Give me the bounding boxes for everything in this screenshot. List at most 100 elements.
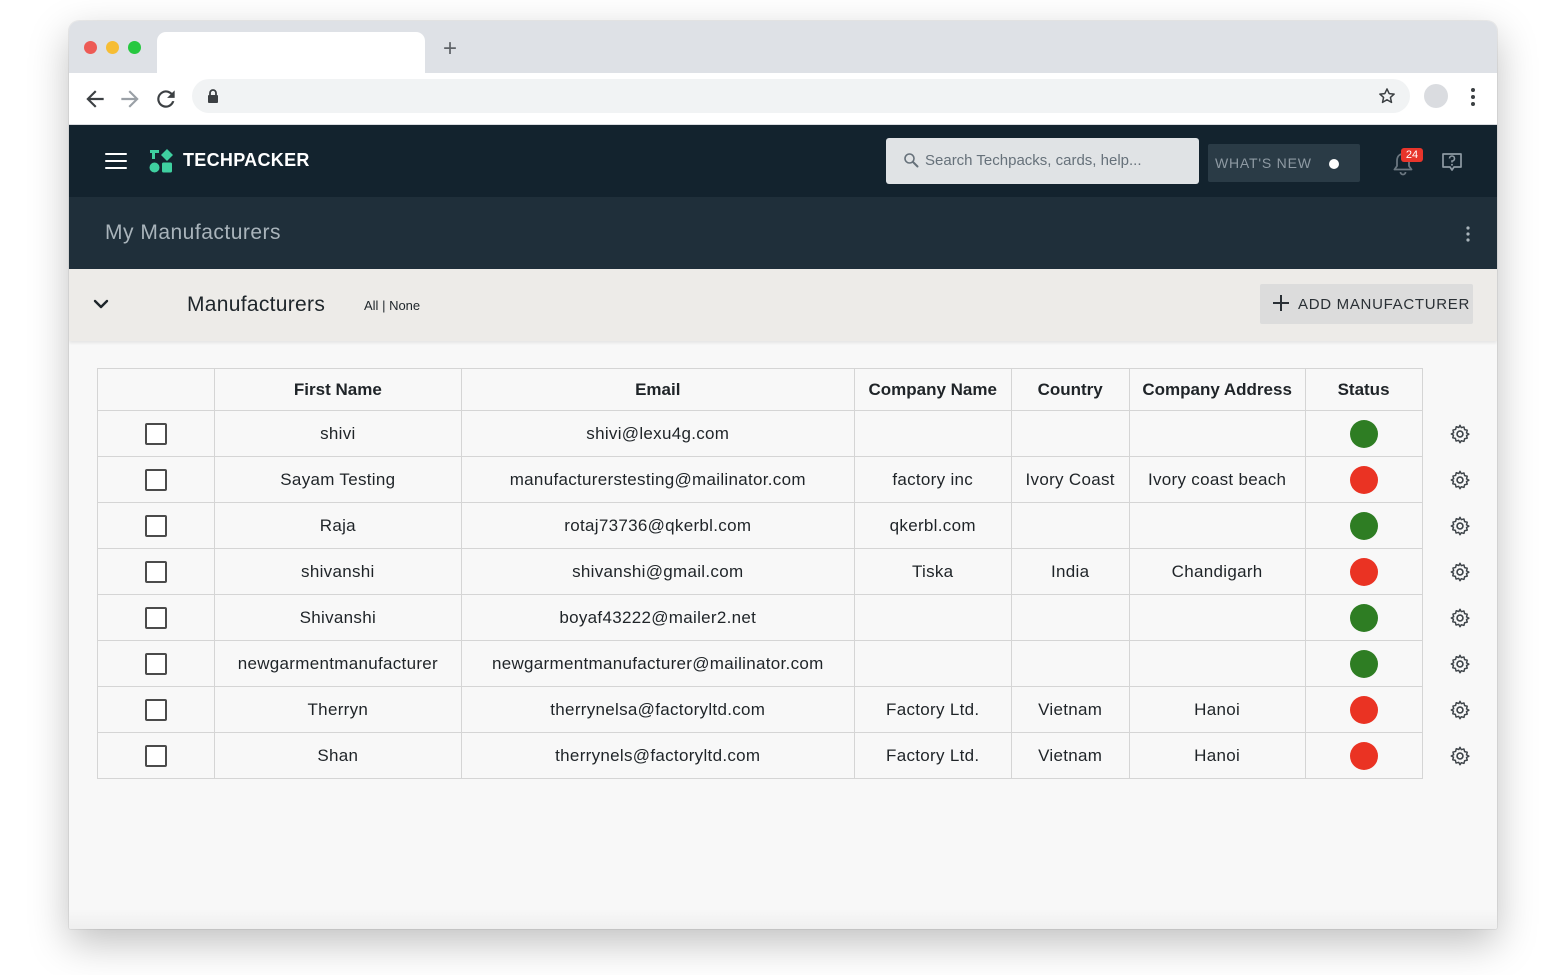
actions-cell bbox=[1421, 456, 1497, 503]
row-checkbox[interactable] bbox=[144, 560, 167, 583]
browser-tab[interactable] bbox=[157, 32, 425, 73]
status-cell bbox=[1304, 548, 1423, 595]
table-row: shivi shivi@lexu4g.com bbox=[97, 410, 1497, 457]
row-select-cell bbox=[97, 732, 215, 779]
status-indicator-inactive bbox=[1349, 741, 1378, 770]
gear-icon[interactable] bbox=[1449, 745, 1471, 767]
search-placeholder: Search Techpacks, cards, help... bbox=[925, 152, 1142, 169]
add-manufacturer-label: ADD MANUFACTURER bbox=[1298, 296, 1471, 313]
new-tab-button[interactable]: + bbox=[439, 37, 461, 61]
column-header-company-name[interactable]: Company Name bbox=[853, 368, 1012, 411]
row-checkbox[interactable] bbox=[144, 698, 167, 721]
browser-menu-icon[interactable] bbox=[1465, 85, 1481, 109]
forward-arrow-icon[interactable] bbox=[117, 86, 143, 112]
status-indicator-active bbox=[1349, 419, 1378, 448]
column-header-status[interactable]: Status bbox=[1304, 368, 1423, 411]
profile-avatar[interactable] bbox=[1424, 84, 1448, 108]
company-address-cell: Hanoi bbox=[1128, 686, 1306, 733]
app-header: TECHPACKER Search Techpacks, cards, help… bbox=[69, 125, 1497, 197]
country-cell: Vietnam bbox=[1010, 732, 1130, 779]
section-title: Manufacturers bbox=[187, 293, 326, 316]
company-name-cell: Factory Ltd. bbox=[853, 732, 1012, 779]
hamburger-icon[interactable] bbox=[105, 153, 127, 169]
lock-icon bbox=[208, 89, 218, 103]
window-minimize-button[interactable] bbox=[106, 41, 119, 54]
status-indicator-inactive bbox=[1349, 695, 1378, 724]
email-cell: therrynelsa@factoryltd.com bbox=[460, 686, 855, 733]
first-name-cell: Therryn bbox=[213, 686, 462, 733]
table-row: Shivanshi boyaf43222@mailer2.net bbox=[97, 594, 1497, 641]
manufacturers-table-wrap: First Name Email Company Name Country Co… bbox=[97, 368, 1497, 779]
add-manufacturer-button[interactable]: ADD MANUFACTURER bbox=[1260, 284, 1473, 324]
country-cell: India bbox=[1010, 548, 1130, 595]
manufacturers-section-bar: Manufacturers All | None ADD MANUFACTURE… bbox=[69, 269, 1497, 341]
vertical-dots-icon[interactable] bbox=[1463, 225, 1473, 243]
gear-icon[interactable] bbox=[1449, 561, 1471, 583]
email-cell: shivi@lexu4g.com bbox=[460, 410, 855, 457]
whats-new-label: WHAT'S NEW bbox=[1215, 155, 1312, 171]
table-body: shivi shivi@lexu4g.com Sayam Testing manufa… bbox=[97, 410, 1497, 779]
gear-icon[interactable] bbox=[1449, 607, 1471, 629]
logo-text[interactable]: TECHPACKER bbox=[183, 150, 310, 171]
manufacturers-table: First Name Email Company Name Country Co… bbox=[97, 368, 1497, 779]
help-chat-icon[interactable] bbox=[1441, 152, 1463, 174]
status-indicator-active bbox=[1349, 649, 1378, 678]
company-name-cell: Factory Ltd. bbox=[853, 686, 1012, 733]
first-name-cell: Sayam Testing bbox=[213, 456, 462, 503]
email-cell: manufacturerstesting@mailinator.com bbox=[460, 456, 855, 503]
column-header-select bbox=[97, 368, 215, 411]
whats-new-dot-icon bbox=[1329, 159, 1339, 169]
row-select-cell bbox=[97, 410, 215, 457]
column-header-actions bbox=[1421, 368, 1497, 411]
first-name-cell: Shivanshi bbox=[213, 594, 462, 641]
actions-cell bbox=[1421, 732, 1497, 779]
actions-cell bbox=[1421, 410, 1497, 457]
gear-icon[interactable] bbox=[1449, 515, 1471, 537]
back-arrow-icon[interactable] bbox=[82, 86, 108, 112]
column-header-email[interactable]: Email bbox=[460, 368, 855, 411]
row-checkbox[interactable] bbox=[144, 744, 167, 767]
browser-window: + TECHPACKER Search Techpacks, cards, he… bbox=[69, 21, 1497, 929]
actions-cell bbox=[1421, 502, 1497, 549]
email-cell: rotaj73736@qkerbl.com bbox=[460, 502, 855, 549]
company-name-cell bbox=[853, 640, 1012, 687]
gear-icon[interactable] bbox=[1449, 653, 1471, 675]
reload-icon[interactable] bbox=[153, 86, 179, 112]
window-maximize-button[interactable] bbox=[128, 41, 141, 54]
table-header-row: First Name Email Company Name Country Co… bbox=[97, 368, 1497, 411]
gear-icon[interactable] bbox=[1449, 699, 1471, 721]
select-all-link[interactable]: All bbox=[364, 298, 378, 313]
row-checkbox[interactable] bbox=[144, 422, 167, 445]
company-name-cell: factory inc bbox=[853, 456, 1012, 503]
column-header-country[interactable]: Country bbox=[1010, 368, 1130, 411]
row-checkbox[interactable] bbox=[144, 606, 167, 629]
gear-icon[interactable] bbox=[1449, 469, 1471, 491]
plus-icon bbox=[1273, 295, 1289, 311]
table-row: Sayam Testing manufacturerstesting@mailin… bbox=[97, 456, 1497, 503]
company-name-cell: qkerbl.com bbox=[853, 502, 1012, 549]
first-name-cell: shivi bbox=[213, 410, 462, 457]
bookmark-star-icon[interactable] bbox=[1377, 86, 1397, 106]
column-header-company-address[interactable]: Company Address bbox=[1128, 368, 1306, 411]
row-select-cell bbox=[97, 502, 215, 549]
row-checkbox[interactable] bbox=[144, 514, 167, 537]
row-checkbox[interactable] bbox=[144, 652, 167, 675]
status-cell bbox=[1304, 732, 1423, 779]
company-address-cell bbox=[1128, 594, 1306, 641]
page-title: My Manufacturers bbox=[105, 221, 282, 244]
first-name-cell: Raja bbox=[213, 502, 462, 549]
company-address-cell: Ivory coast beach bbox=[1128, 456, 1306, 503]
window-close-button[interactable] bbox=[84, 41, 97, 54]
status-indicator-active bbox=[1349, 603, 1378, 632]
address-bar[interactable] bbox=[192, 79, 1410, 113]
search-input[interactable]: Search Techpacks, cards, help... bbox=[886, 138, 1199, 184]
whats-new-button[interactable]: WHAT'S NEW bbox=[1208, 144, 1360, 182]
chevron-down-icon[interactable] bbox=[93, 297, 109, 311]
select-none-link[interactable]: None bbox=[389, 298, 420, 313]
gear-icon[interactable] bbox=[1449, 423, 1471, 445]
actions-cell bbox=[1421, 640, 1497, 687]
company-name-cell bbox=[853, 594, 1012, 641]
column-header-first-name[interactable]: First Name bbox=[213, 368, 462, 411]
table-row: shivanshi shivanshi@gmail.com Tiska India Ch… bbox=[97, 548, 1497, 595]
row-checkbox[interactable] bbox=[144, 468, 167, 491]
